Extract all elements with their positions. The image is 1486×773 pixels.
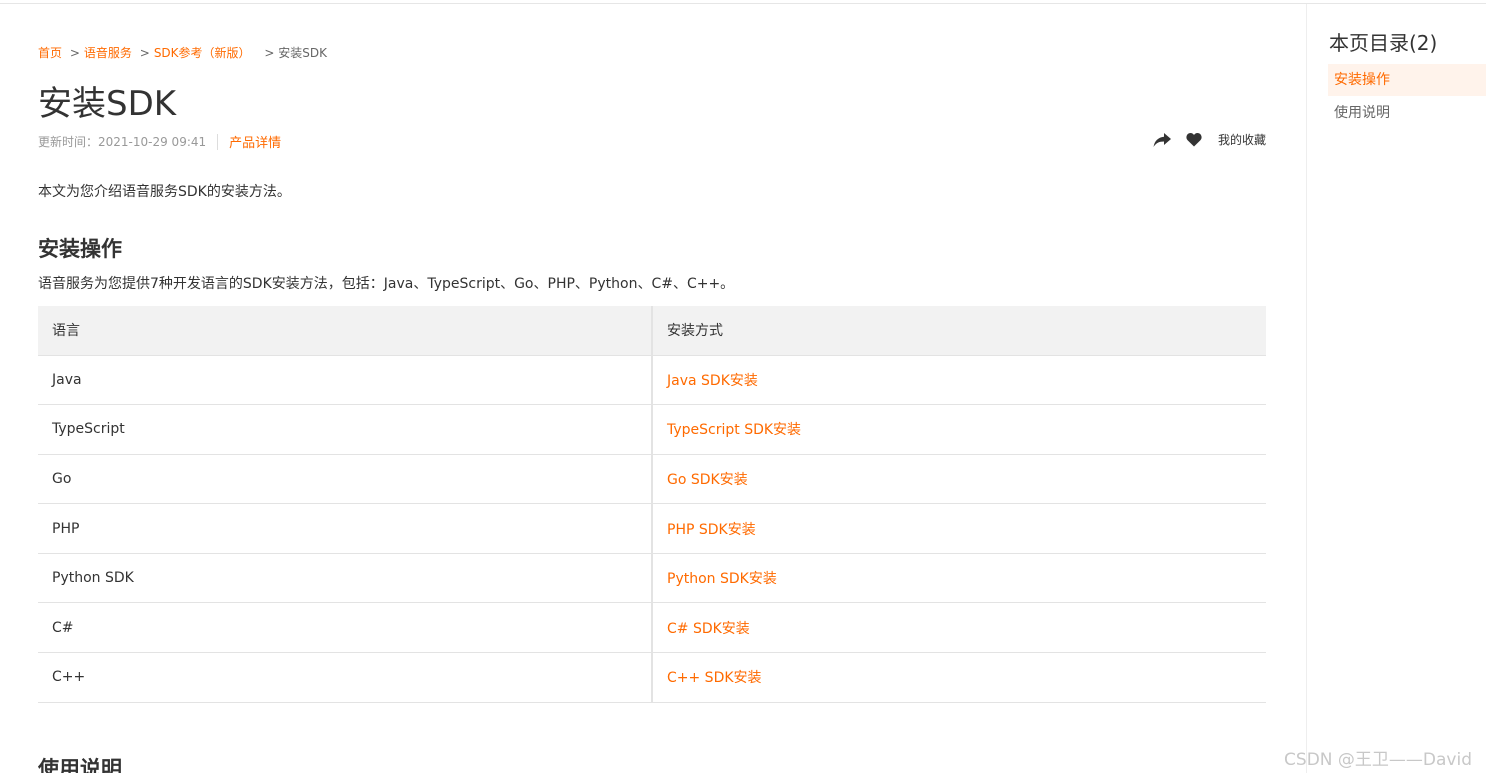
method-cell: C++ SDK安装 (652, 652, 1266, 703)
sdk-install-table: 语言 安装方式 Java Java SDK安装 TypeScript TypeS… (38, 306, 1266, 703)
toc-item-install[interactable]: 安装操作 (1328, 64, 1486, 96)
heart-icon[interactable] (1186, 132, 1202, 147)
share-icon[interactable] (1152, 132, 1172, 148)
install-link[interactable]: C# SDK安装 (667, 621, 750, 637)
table-header-method: 安装方式 (652, 306, 1266, 356)
table-header-row: 语言 安装方式 (38, 306, 1266, 356)
page-title: 安装SDK (38, 84, 177, 124)
table-row: Go Go SDK安装 (38, 454, 1266, 505)
sidebar-divider (1306, 4, 1307, 773)
top-divider (0, 3, 1486, 4)
install-link[interactable]: Python SDK安装 (667, 571, 777, 587)
table-row: PHP PHP SDK安装 (38, 503, 1266, 554)
method-cell: Java SDK安装 (652, 355, 1266, 406)
language-cell: Go (38, 454, 653, 505)
method-cell: C# SDK安装 (652, 602, 1266, 654)
breadcrumb-current: 安装SDK (278, 46, 327, 60)
method-cell: PHP SDK安装 (652, 503, 1266, 554)
install-link[interactable]: C++ SDK安装 (667, 670, 762, 686)
install-link[interactable]: Go SDK安装 (667, 472, 748, 488)
language-cell: C++ (38, 652, 653, 703)
table-header-language: 语言 (38, 306, 653, 356)
breadcrumb-home[interactable]: 首页 (38, 46, 62, 60)
install-link[interactable]: PHP SDK安装 (667, 522, 756, 538)
updated-time: 更新时间：2021-10-29 09:41 (38, 135, 207, 149)
intro-text: 本文为您介绍语音服务SDK的安装方法。 (38, 184, 291, 200)
method-cell: TypeScript SDK安装 (652, 404, 1266, 455)
table-row: C# C# SDK安装 (38, 602, 1266, 654)
install-link[interactable]: Java SDK安装 (667, 373, 758, 389)
toc-title: 本页目录(2) (1329, 31, 1438, 55)
table-row: C++ C++ SDK安装 (38, 652, 1266, 703)
section-heading-usage: 使用说明 (38, 757, 122, 773)
install-link[interactable]: TypeScript SDK安装 (667, 422, 801, 438)
section-heading-install: 安装操作 (38, 237, 122, 261)
toc-item-usage[interactable]: 使用说明 (1328, 97, 1486, 129)
section-desc-install: 语音服务为您提供7种开发语言的SDK安装方法，包括：Java、TypeScrip… (38, 276, 735, 292)
breadcrumb: 首页 > 语音服务 > SDK参考（新版） > 安装SDK (38, 44, 327, 61)
language-cell: TypeScript (38, 404, 653, 455)
favorite-label[interactable]: 我的收藏 (1218, 131, 1266, 148)
language-cell: PHP (38, 503, 653, 554)
breadcrumb-separator: > (139, 46, 150, 60)
language-cell: Java (38, 355, 653, 406)
breadcrumb-separator: > (69, 46, 80, 60)
product-detail-link[interactable]: 产品详情 (229, 132, 281, 151)
page-meta: 更新时间：2021-10-29 09:41 产品详情 (38, 132, 281, 151)
meta-divider (217, 133, 219, 150)
table-row: Python SDK Python SDK安装 (38, 553, 1266, 604)
language-cell: C# (38, 602, 653, 654)
language-cell: Python SDK (38, 553, 653, 604)
table-row: Java Java SDK安装 (38, 355, 1266, 406)
method-cell: Go SDK安装 (652, 454, 1266, 505)
table-row: TypeScript TypeScript SDK安装 (38, 404, 1266, 455)
method-cell: Python SDK安装 (652, 553, 1266, 604)
breadcrumb-sdk-reference[interactable]: SDK参考（新版） (154, 46, 251, 60)
watermark: CSDN @王卫——David (1284, 750, 1472, 770)
breadcrumb-voice-service[interactable]: 语音服务 (84, 46, 132, 60)
breadcrumb-current-separator: > (264, 46, 275, 60)
page-actions: 我的收藏 (1152, 131, 1266, 148)
